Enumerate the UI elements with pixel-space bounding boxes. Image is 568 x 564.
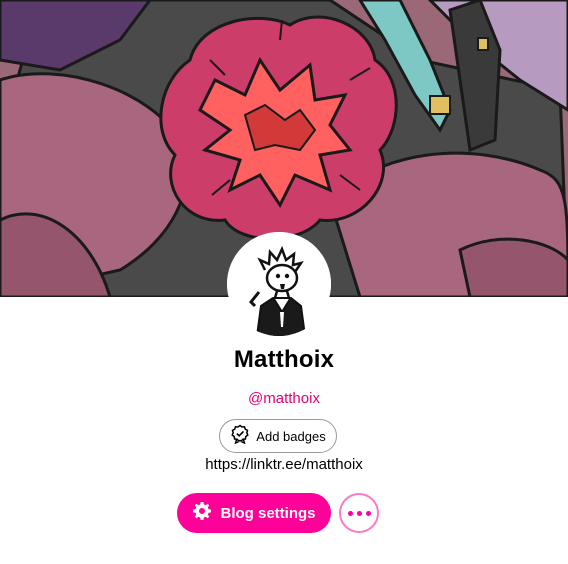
avatar[interactable]: [227, 232, 331, 336]
gear-icon: [192, 501, 212, 526]
blog-settings-label: Blog settings: [220, 504, 316, 522]
ellipsis-icon: [356, 510, 362, 516]
blog-name: Matthoix: [233, 346, 335, 373]
ellipsis-icon: [365, 510, 371, 516]
badge-icon: [230, 424, 250, 449]
ellipsis-icon: [347, 510, 353, 516]
add-badges-button[interactable]: Add badges: [219, 419, 337, 453]
add-badges-label: Add badges: [256, 428, 326, 444]
blog-handle-link[interactable]: @matthoix: [0, 390, 568, 407]
more-options-button[interactable]: [339, 493, 379, 533]
blog-settings-button[interactable]: Blog settings: [177, 493, 331, 533]
avatar-image: [227, 232, 331, 336]
profile-external-link[interactable]: https://linktr.ee/matthoix: [0, 456, 568, 473]
